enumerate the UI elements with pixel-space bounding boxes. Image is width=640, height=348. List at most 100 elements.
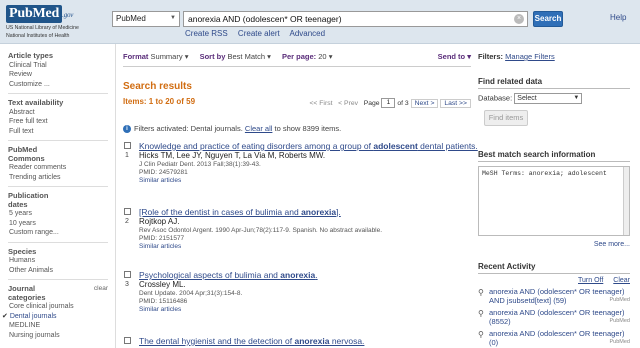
manage-filters-link[interactable]: Manage Filters [505,52,555,61]
similar-articles-link[interactable]: Similar articles [139,306,471,314]
pubmed-logo[interactable]: PubMed .gov US National Library of Medici… [6,5,79,39]
prev-page-link[interactable]: < Prev [338,100,358,107]
page-of-label: of 3 [397,99,409,107]
filter-item[interactable]: Humans [8,256,108,266]
clear-journal-filter-link[interactable]: clear [94,285,108,294]
title-highlight: anorexia [280,270,316,280]
database-dropdown-value: Select [517,95,537,102]
filter-group-title: Species [8,246,37,256]
filter-item[interactable]: Full text [8,127,108,137]
filter-item[interactable]: Abstract [8,108,108,118]
format-label: Format [123,52,149,61]
similar-articles-link[interactable]: Similar articles [139,243,471,251]
clear-search-icon[interactable]: × [514,14,524,24]
page-label: Page [363,99,380,107]
clear-all-filters-link[interactable]: Clear all [245,124,273,133]
title-text: dental patients. [417,141,478,151]
filter-item[interactable]: Reader comments [8,163,108,173]
filter-group-title: Article types [8,51,54,60]
divider [123,66,471,67]
turn-off-link[interactable]: Turn Off [578,277,603,284]
result-authors: Hicks TM, Lee JY, Nguyen T, La Via M, Ro… [139,151,326,160]
result-pmid: PMID: 2151577 [139,235,185,242]
recent-activity-item[interactable]: ⚲ anorexia AND (odolescen* OR teenager) … [478,287,630,305]
display-settings-bar: Format Summary ▾ Sort by Best Match ▾ Pe… [123,52,471,61]
result-checkbox[interactable] [124,142,131,149]
portlet-header: Find related data [478,77,630,89]
activity-db-tag: PubMed [609,318,631,324]
filter-notice-prefix: Filters activated: Dental journals. [134,124,243,133]
search-icon: ⚲ [478,288,484,297]
database-label: Database: [478,93,513,103]
filter-group-article-types: Article types Clinical Trial Review Cust… [8,51,108,94]
result-checkbox[interactable] [124,271,131,278]
database-select[interactable]: PubMed ▼ [112,11,180,27]
result-pmid: PMID: 15116486 [139,298,188,305]
filter-group-title: PubMed Commons [8,145,45,163]
recent-activity-portlet: Recent Activity Turn Off Clear ⚲ anorexi… [478,262,630,347]
database-dropdown[interactable]: Select ▼ [514,93,583,104]
title-highlight: anorexia [301,207,337,217]
activity-text: anorexia AND (odolescen* OR teenager) (0… [489,329,625,347]
next-page-button[interactable]: Next > [410,98,439,108]
result-title-link[interactable]: Knowledge and practice of eating disorde… [139,141,478,151]
search-button[interactable]: Search [533,11,563,27]
per-page-control[interactable]: Per page: 20 ▾ [282,52,332,61]
filter-item[interactable]: 5 years [8,209,108,219]
filter-group-journal-categories: Journal categories clear Core clinical j… [2,284,108,344]
find-items-button[interactable]: Find items [484,110,528,126]
recent-activity-item[interactable]: ⚲ anorexia AND (odolescen* OR teenager) … [478,308,630,326]
filter-group-title: Journal categories clear [8,284,108,302]
filter-item[interactable]: Trending articles [8,173,108,183]
create-alert-link[interactable]: Create alert [238,29,280,38]
filter-sidebar: Article types Clinical Trial Review Cust… [0,44,116,348]
result-number: 1 [125,152,129,159]
filter-group-text-availability: Text availability Abstract Free full tex… [8,98,108,141]
result-checkbox[interactable] [124,208,131,215]
format-control[interactable]: Format Summary ▾ [123,52,188,61]
similar-articles-link[interactable]: Similar articles [139,177,471,185]
search-input[interactable]: anorexia AND (odolescen* OR teenager) × [183,11,528,27]
filter-item[interactable]: Nursing journals [8,331,108,341]
filter-item[interactable]: Customize ... [8,80,108,90]
filter-item[interactable]: Free full text [8,117,108,127]
page-number-input[interactable]: 1 [381,98,396,108]
mesh-terms-box[interactable]: MeSH Terms: anorexia; adolescent [478,166,630,236]
filter-item[interactable]: Other Animals [8,266,108,276]
portlet-header: Best match search information [478,150,630,162]
chevron-down-icon: ▼ [170,15,176,21]
filter-group-publication-dates: Publication dates 5 years 10 years Custo… [8,191,108,243]
filter-item-selected[interactable]: ✔ Dental journals [2,312,108,322]
help-link[interactable]: Help [610,13,626,22]
filter-item[interactable]: 10 years [8,219,108,229]
create-rss-link[interactable]: Create RSS [185,29,228,38]
result-source: Rev Asoc Odontol Argent. 1990 Apr-Jun;78… [139,227,383,234]
send-to-menu[interactable]: Send to ▾ [438,52,471,61]
logo-line-2: National Institutes of Health [6,33,70,39]
filter-item[interactable]: Custom range... [8,228,108,238]
chevron-down-icon: ▼ [573,95,580,101]
result-number: 3 [125,281,129,288]
scrollbar[interactable] [623,167,629,235]
result-title-link[interactable]: [Role of the dentist in cases of bulimia… [139,207,471,217]
result-checkbox[interactable] [124,337,131,344]
sort-control[interactable]: Sort by Best Match ▾ [200,52,271,61]
pagination: << First < Prev Page 1 of 3 Next > Last … [309,98,471,108]
see-more-link[interactable]: See more... [478,241,630,248]
result-title-link[interactable]: The dental hygienist and the detection o… [139,336,471,346]
filter-item[interactable]: Clinical Trial [8,61,108,71]
filter-item[interactable]: Core clinical journals [8,302,108,312]
advanced-search-link[interactable]: Advanced [290,29,326,38]
mesh-terms-text: MeSH Terms: anorexia; adolescent [482,170,607,177]
last-page-button[interactable]: Last >> [440,98,471,108]
filter-item[interactable]: MEDLINE [8,321,108,331]
title-text: . [315,270,318,280]
title-text: nervosa. [329,336,365,346]
clear-activity-link[interactable]: Clear [613,277,630,284]
first-page-link[interactable]: << First [309,100,332,107]
chevron-down-icon: ▾ [184,52,189,61]
recent-activity-item[interactable]: ⚲ anorexia AND (odolescen* OR teenager) … [478,329,630,347]
result-title-link[interactable]: Psychological aspects of bulimia and ano… [139,270,471,280]
result-number: 2 [125,218,129,225]
filter-item[interactable]: Review [8,70,108,80]
